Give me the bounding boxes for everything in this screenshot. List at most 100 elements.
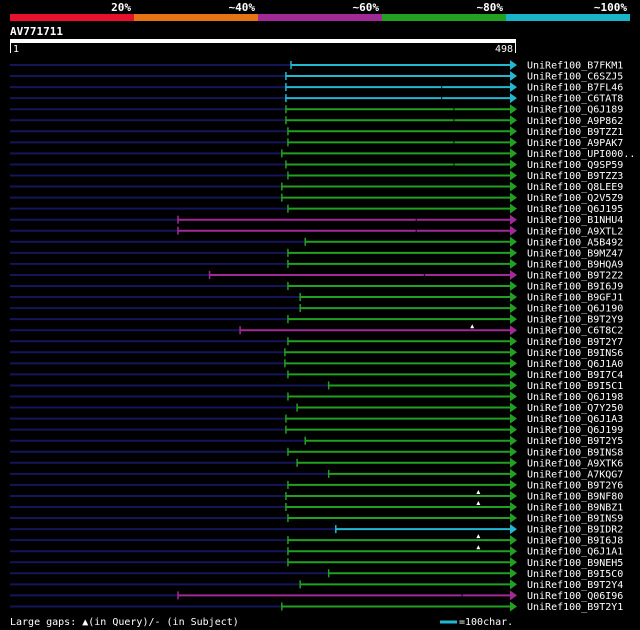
hit-row[interactable]: UniRef100_B9MZ47 — [10, 247, 623, 260]
hit-label[interactable]: UniRef100_B9I6J8 — [527, 536, 623, 547]
hit-label[interactable]: UniRef100_Q6J1A1 — [527, 547, 623, 558]
hit-label[interactable]: UniRef100_B1NHU4 — [527, 215, 623, 226]
hit-row[interactable]: UniRef100_B9T2Y5 — [10, 435, 623, 448]
hit-row[interactable]: UniRef100_B9INS8 — [10, 446, 623, 459]
hit-label[interactable]: UniRef100_B9MZ47 — [527, 248, 623, 259]
hit-row[interactable]: UniRef100_B9HQA9 — [10, 258, 623, 271]
hit-row[interactable]: UniRef100_A5B492 — [10, 236, 623, 249]
hit-row[interactable]: UniRef100_C6T8C2 — [10, 324, 623, 337]
hit-label[interactable]: UniRef100_B9TZZ1 — [527, 127, 623, 138]
hit-row[interactable]: UniRef100_B9GFJ1 — [10, 292, 623, 304]
hit-row[interactable]: UniRef100_A9PAK7 — [10, 137, 623, 149]
hit-label[interactable]: UniRef100_B9NEH5 — [527, 558, 623, 569]
hit-label[interactable]: UniRef100_B9HQA9 — [527, 259, 623, 270]
hit-label[interactable]: UniRef100_C6TAT8 — [527, 94, 623, 105]
hit-row[interactable]: UniRef100_B9T2Y1 — [10, 601, 623, 613]
hit-row[interactable]: UniRef100_B9NEH5 — [10, 557, 623, 569]
hit-row[interactable]: UniRef100_B9T2Z2 — [10, 269, 623, 282]
hit-label[interactable]: UniRef100_Q6J1A0 — [527, 359, 623, 370]
hit-label[interactable]: UniRef100_Q2V5Z9 — [527, 193, 623, 204]
hit-label[interactable]: UniRef100_Q9SP59 — [527, 160, 623, 171]
hit-row[interactable]: UniRef100_Q6J189 — [10, 104, 623, 116]
hit-row[interactable]: UniRef100_Q6J190 — [10, 303, 623, 315]
hit-label[interactable]: UniRef100_B9NBZ1 — [527, 503, 623, 514]
hit-label[interactable]: UniRef100_Q6J190 — [527, 304, 623, 315]
hit-row[interactable]: UniRef100_B9I6J9 — [10, 281, 623, 293]
hit-row[interactable]: UniRef100_Q2V5Z9 — [10, 192, 623, 205]
hit-label[interactable]: UniRef100_Q6J199 — [527, 425, 623, 436]
hit-label[interactable]: UniRef100_A9XTK6 — [527, 458, 623, 469]
hit-label[interactable]: UniRef100_B9T2Y1 — [527, 602, 623, 613]
hit-row[interactable]: UniRef100_Q6J198 — [10, 391, 623, 404]
hit-label[interactable]: UniRef100_UPI000.. — [527, 149, 635, 160]
hit-row[interactable]: UniRef100_Q8LEE9 — [10, 181, 623, 194]
hit-label[interactable]: UniRef100_B9T2Y7 — [527, 337, 623, 348]
hit-label[interactable]: UniRef100_Q8LEE9 — [527, 182, 623, 193]
hit-label[interactable]: UniRef100_B9INS9 — [527, 514, 623, 525]
hit-label[interactable]: UniRef100_B9INS8 — [527, 447, 623, 458]
hit-row[interactable]: UniRef100_B9NF80 — [10, 489, 623, 503]
hit-row[interactable]: UniRef100_B9INS9 — [10, 513, 623, 525]
hit-label[interactable]: UniRef100_B9T2Y5 — [527, 436, 623, 447]
hit-label[interactable]: UniRef100_B7FKM1 — [527, 61, 623, 72]
hit-row[interactable]: UniRef100_Q6J1A3 — [10, 413, 623, 426]
hit-row[interactable]: UniRef100_B9I7C4 — [10, 369, 623, 381]
hit-row[interactable]: UniRef100_C6TAT8 — [10, 93, 623, 105]
hit-row[interactable]: UniRef100_B9T2Y9 — [10, 314, 623, 326]
hit-label[interactable]: UniRef100_B9I6J9 — [527, 282, 623, 293]
hit-label[interactable]: UniRef100_B9I5C1 — [527, 381, 623, 392]
hit-row[interactable]: UniRef100_B1NHU4 — [10, 214, 623, 227]
hit-row[interactable]: UniRef100_B9INS6 — [10, 347, 623, 359]
hit-row[interactable]: UniRef100_B9NBZ1 — [10, 501, 623, 514]
hit-row[interactable]: UniRef100_Q7Y250 — [10, 402, 623, 415]
hit-label[interactable]: UniRef100_Q6J195 — [527, 204, 623, 215]
hit-label[interactable]: UniRef100_A9XTL2 — [527, 226, 623, 237]
hit-label[interactable]: UniRef100_B7FL46 — [527, 83, 623, 94]
hit-label[interactable]: UniRef100_B9I5C0 — [527, 569, 623, 580]
hit-label[interactable]: UniRef100_B9T2Y4 — [527, 580, 623, 591]
hit-row[interactable]: UniRef100_Q6J199 — [10, 424, 623, 437]
hit-label[interactable]: UniRef100_Q6J189 — [527, 105, 623, 116]
hit-label[interactable]: UniRef100_B9TZZ3 — [527, 171, 623, 182]
hit-row[interactable]: UniRef100_B9T2Y4 — [10, 579, 623, 591]
hit-row[interactable]: UniRef100_B9T2Y6 — [10, 479, 623, 492]
hit-row[interactable]: UniRef100_A7KQG7 — [10, 468, 623, 481]
hit-label[interactable]: UniRef100_A5B492 — [527, 237, 623, 248]
hit-label[interactable]: UniRef100_B9NF80 — [527, 491, 623, 502]
hit-label[interactable]: UniRef100_Q06I96 — [527, 591, 623, 602]
hit-row[interactable]: UniRef100_Q06I96 — [10, 590, 623, 602]
hit-row[interactable]: UniRef100_C6SZJ5 — [10, 71, 623, 83]
hit-label[interactable]: UniRef100_C6T8C2 — [527, 326, 623, 337]
hit-row[interactable]: UniRef100_A9XTL2 — [10, 225, 623, 238]
hit-label[interactable]: UniRef100_A7KQG7 — [527, 469, 623, 480]
hit-row[interactable]: UniRef100_B9I5C1 — [10, 380, 623, 392]
hit-row[interactable]: UniRef100_B9I5C0 — [10, 568, 623, 580]
hit-row[interactable]: UniRef100_Q6J1A1 — [10, 545, 623, 558]
hit-label[interactable]: UniRef100_A9PAK7 — [527, 138, 623, 149]
hit-label[interactable]: UniRef100_B9I7C4 — [527, 370, 623, 381]
hit-label[interactable]: UniRef100_Q6J1A3 — [527, 414, 623, 425]
hit-row[interactable]: UniRef100_B7FL46 — [10, 82, 623, 94]
hit-row[interactable]: UniRef100_B7FKM1 — [10, 60, 623, 72]
hit-row[interactable]: UniRef100_Q6J195 — [10, 203, 623, 216]
hit-label[interactable]: UniRef100_B9IDR2 — [527, 525, 623, 536]
hit-label[interactable]: UniRef100_B9T2Y6 — [527, 480, 623, 491]
hit-row[interactable]: UniRef100_B9I6J8 — [10, 534, 623, 547]
hit-label[interactable]: UniRef100_Q6J198 — [527, 392, 623, 403]
hit-label[interactable]: UniRef100_A9P862 — [527, 116, 623, 127]
hit-label[interactable]: UniRef100_B9T2Y9 — [527, 315, 623, 326]
hit-row[interactable]: UniRef100_B9TZZ3 — [10, 170, 623, 183]
hit-row[interactable]: UniRef100_B9TZZ1 — [10, 126, 623, 138]
hit-row[interactable]: UniRef100_Q6J1A0 — [10, 358, 623, 370]
hit-row[interactable]: UniRef100_A9P862 — [10, 115, 623, 127]
hit-row[interactable]: UniRef100_B9T2Y7 — [10, 336, 623, 348]
hit-row[interactable]: UniRef100_A9XTK6 — [10, 457, 623, 470]
hit-label[interactable]: UniRef100_B9INS6 — [527, 348, 623, 359]
hit-label[interactable]: UniRef100_C6SZJ5 — [527, 72, 623, 83]
hit-row[interactable]: UniRef100_UPI000.. — [10, 148, 635, 160]
hit-label[interactable]: UniRef100_B9GFJ1 — [527, 293, 623, 304]
hit-row[interactable]: UniRef100_Q9SP59 — [10, 159, 623, 171]
hit-row[interactable]: UniRef100_B9IDR2 — [10, 524, 623, 536]
hit-label[interactable]: UniRef100_Q7Y250 — [527, 403, 623, 414]
hit-label[interactable]: UniRef100_B9T2Z2 — [527, 270, 623, 281]
